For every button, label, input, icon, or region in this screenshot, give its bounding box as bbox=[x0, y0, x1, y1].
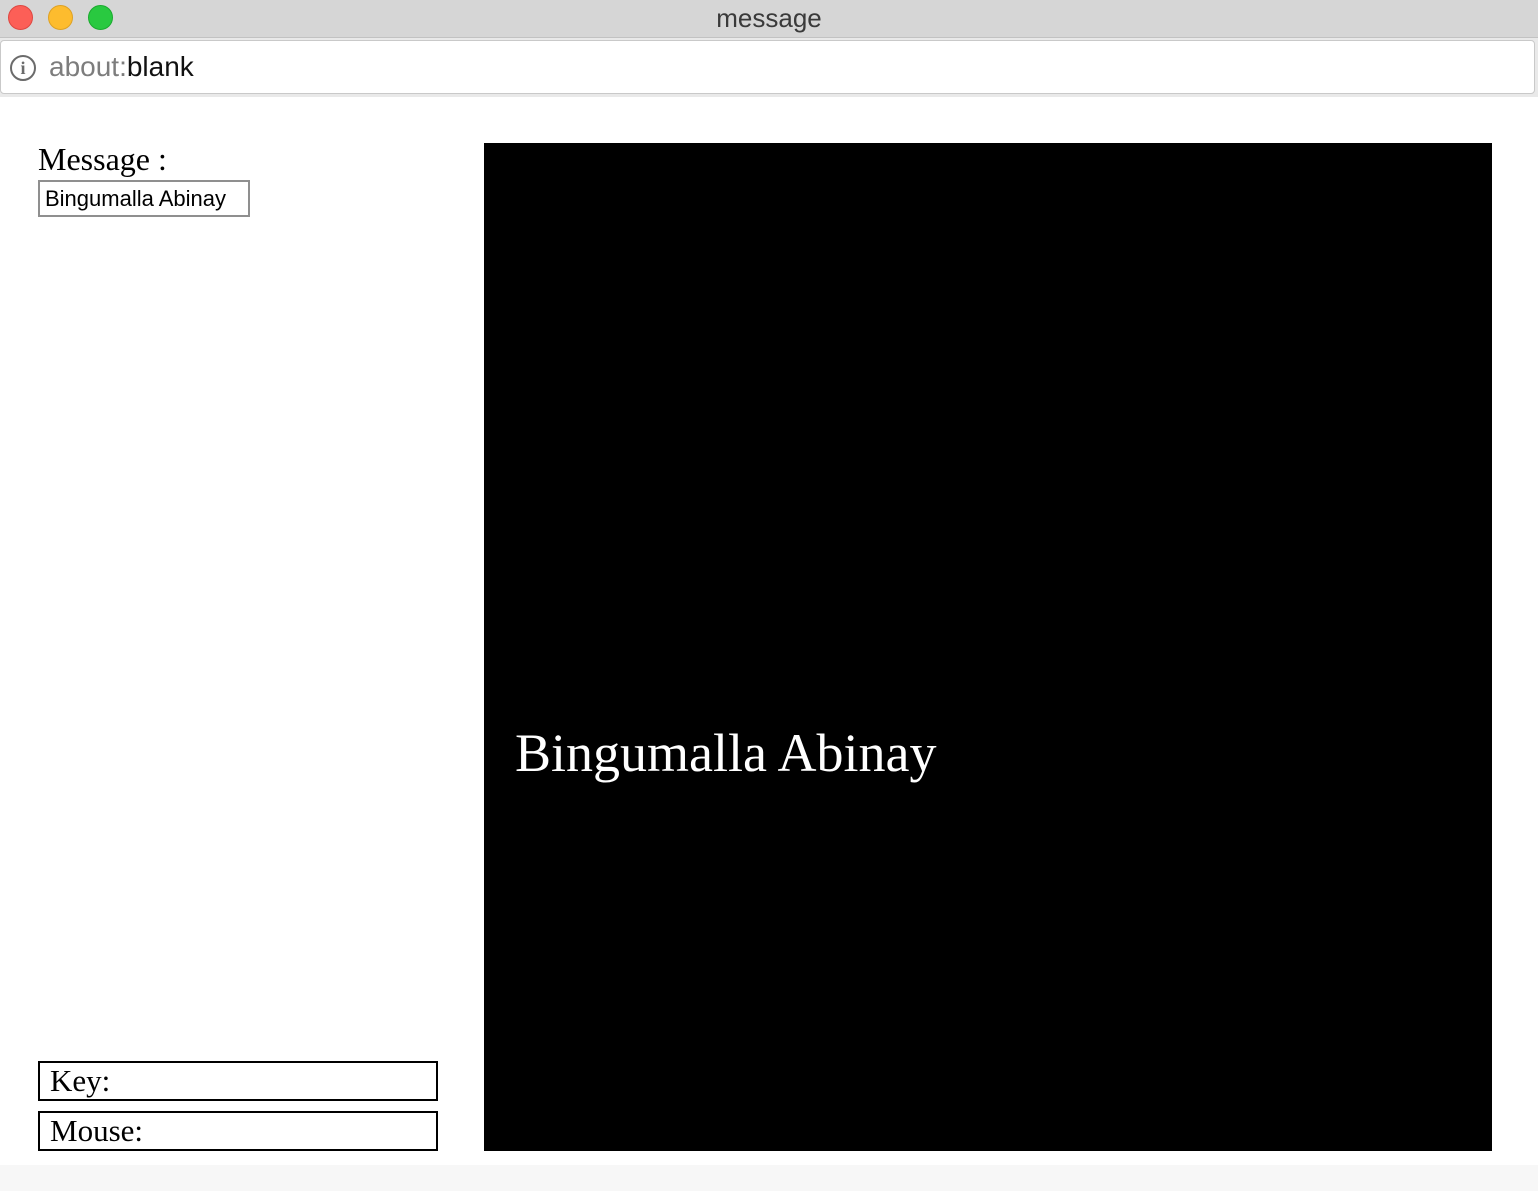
drawing-canvas[interactable]: Bingumalla Abinay bbox=[484, 143, 1492, 1151]
url-path: blank bbox=[126, 51, 194, 82]
info-icon[interactable]: i bbox=[10, 55, 36, 81]
key-status-box: Key: bbox=[38, 1061, 438, 1101]
url-text[interactable]: about:blank bbox=[49, 51, 194, 83]
message-input[interactable] bbox=[38, 180, 250, 217]
message-label: Message : bbox=[38, 141, 167, 177]
address-bar[interactable]: i about:blank bbox=[0, 40, 1535, 94]
mouse-status-box: Mouse: bbox=[38, 1111, 438, 1151]
title-bar: message bbox=[0, 0, 1538, 38]
browser-window: message i about:blank Message : Key: Mou… bbox=[0, 0, 1538, 1191]
page-bottom-edge bbox=[0, 1165, 1538, 1191]
window-title: message bbox=[716, 3, 822, 33]
canvas-message-text: Bingumalla Abinay bbox=[515, 723, 937, 783]
toolbar: i about:blank bbox=[0, 38, 1538, 97]
url-scheme: about: bbox=[49, 51, 127, 82]
